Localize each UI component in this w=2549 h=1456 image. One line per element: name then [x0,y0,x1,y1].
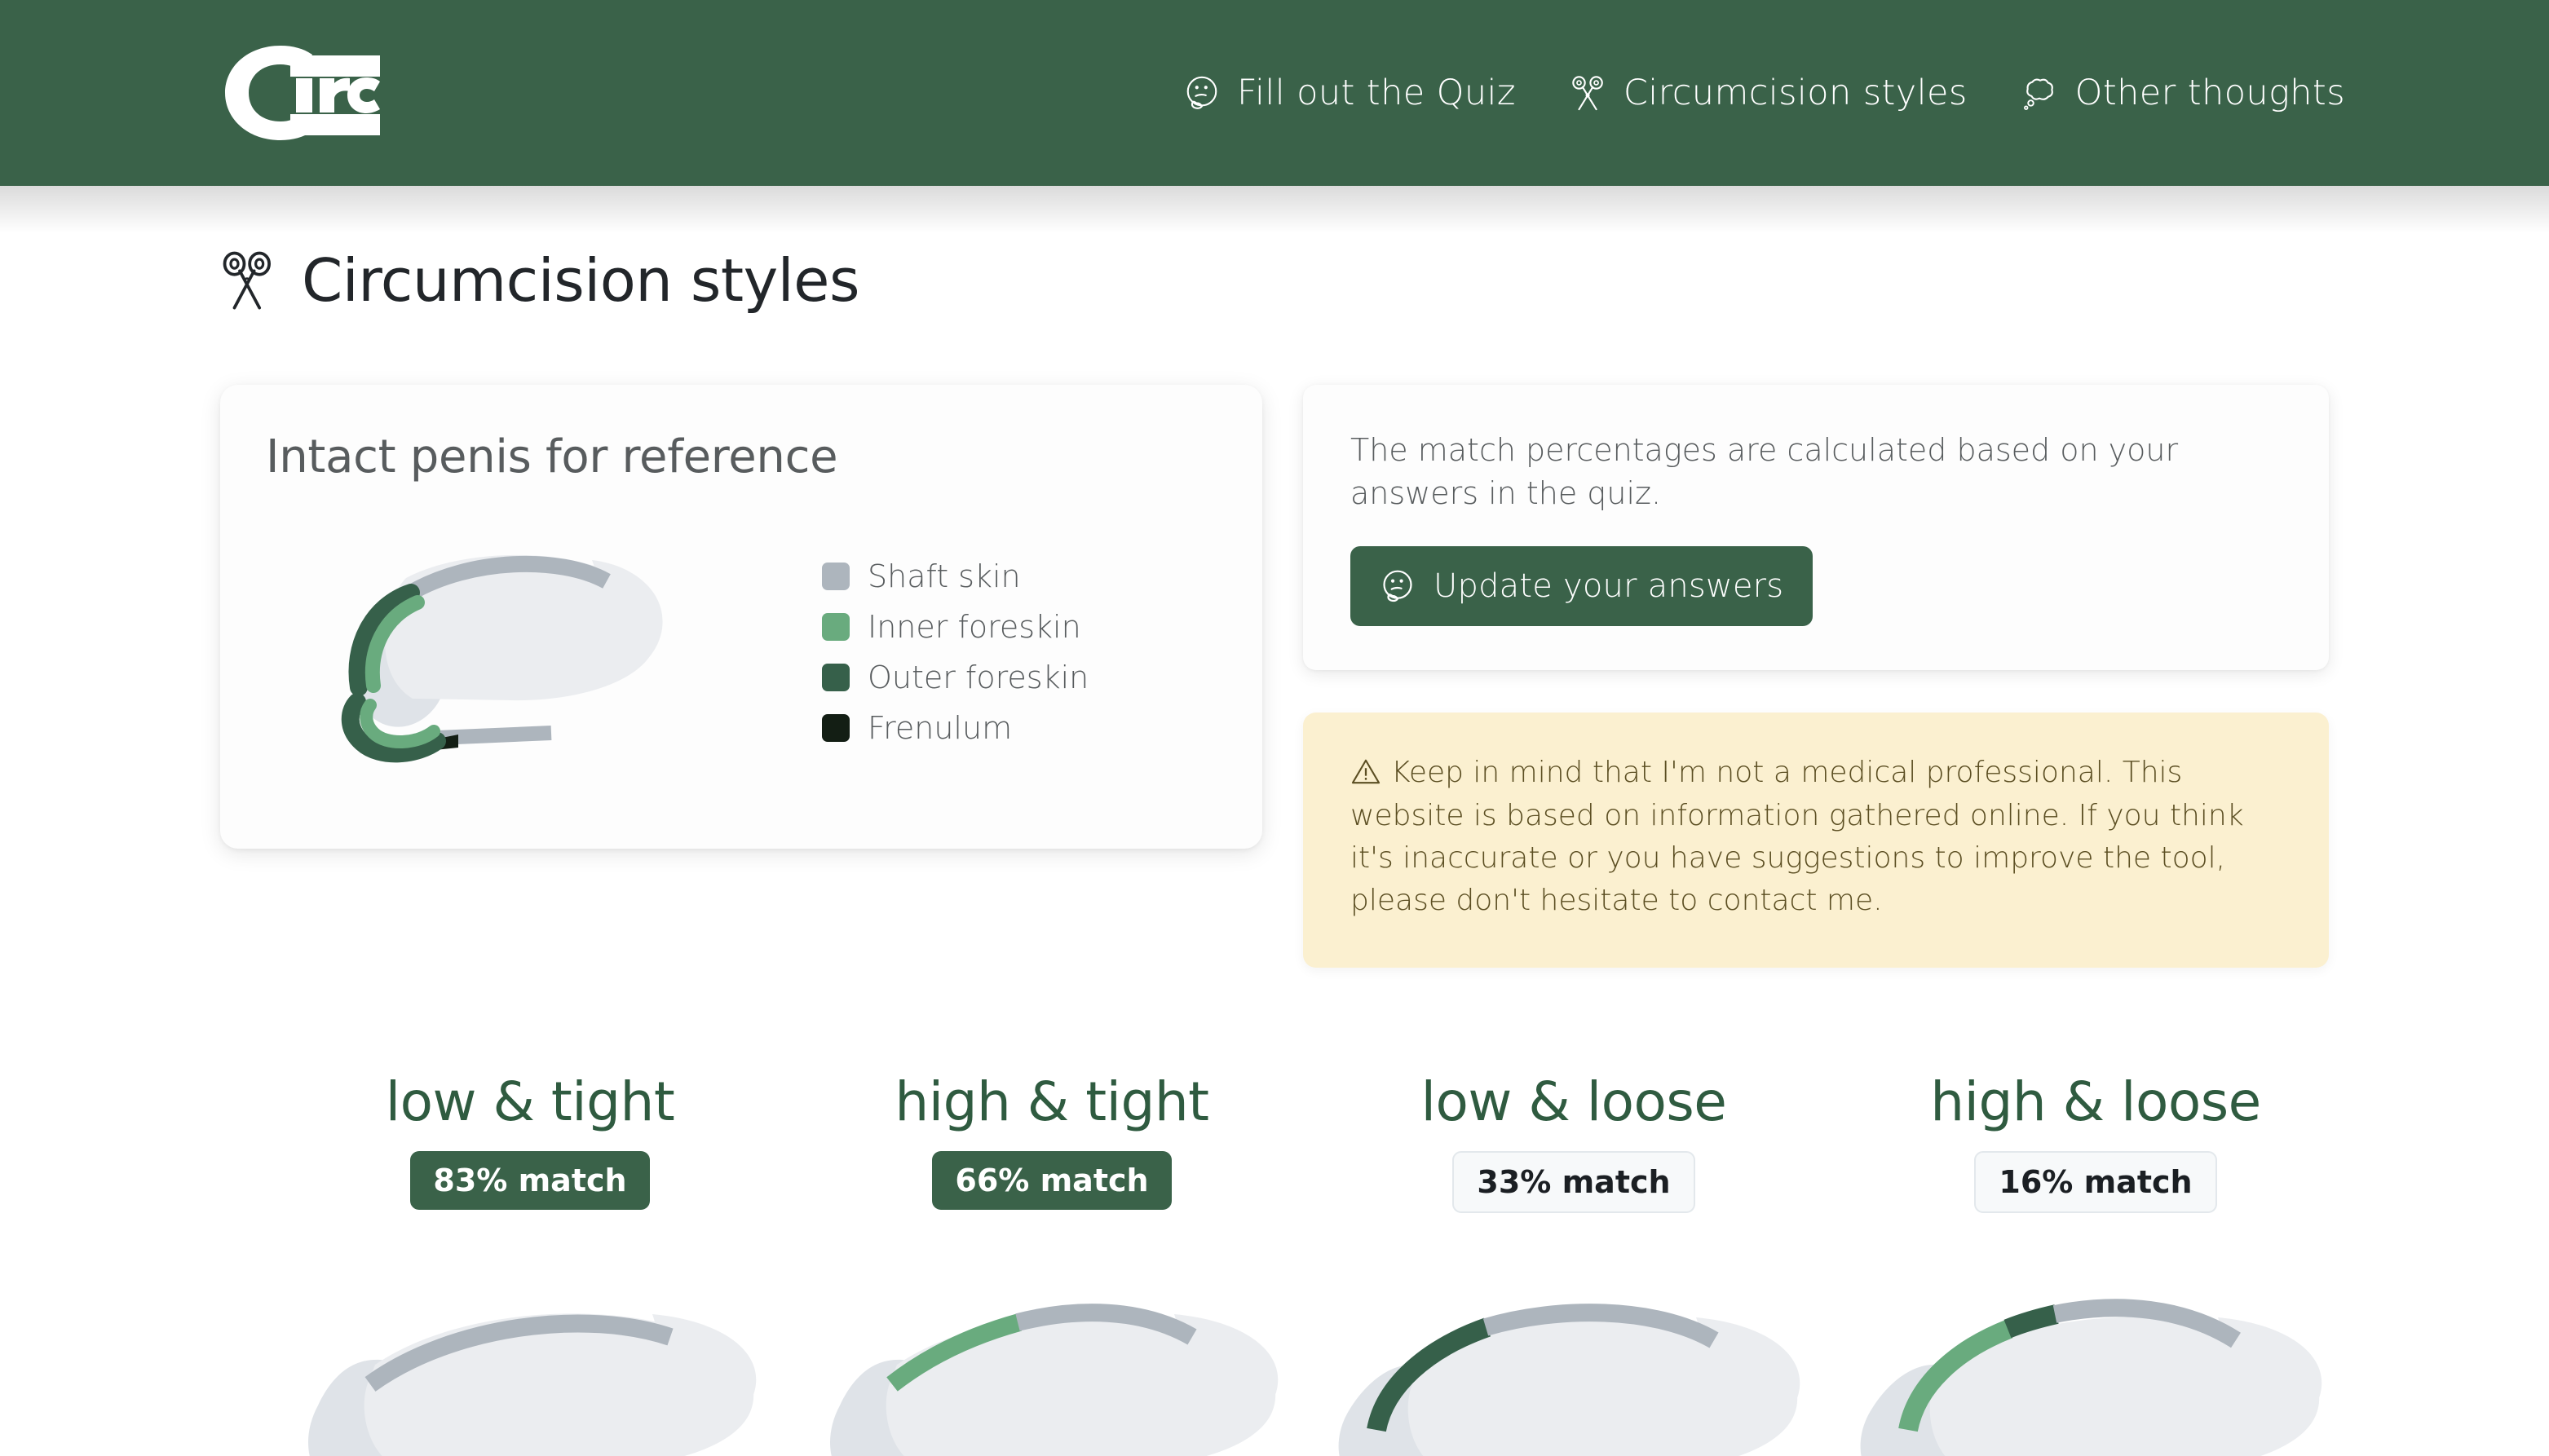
scissors-icon [220,249,277,312]
reference-card-title: Intact penis for reference [266,430,838,483]
style-diagram [269,1242,791,1456]
style-name: low & loose [1420,1070,1727,1134]
style-card-low-and-loose[interactable]: low & loose 33% match [1313,1070,1835,1456]
legend-label: Outer foreskin [868,660,1089,695]
match-info-card: The match percentages are calculated bas… [1303,385,2329,671]
legend-swatch [822,664,850,691]
thought-bubble-icon [2021,74,2059,112]
update-answers-label: Update your answers [1434,567,1784,606]
intact-penis-diagram [266,496,804,798]
main-navigation: Fill out the Quiz Circumcision styles Ot… [1183,73,2345,113]
site-header: Fill out the Quiz Circumcision styles Ot… [0,0,2549,233]
nav-item-label: Fill out the Quiz [1237,73,1516,113]
thinking-face-icon [1380,568,1416,604]
legend-item-frenulum: Frenulum [822,710,1089,746]
legend: Shaft skin Inner foreskin Outer foreskin… [822,558,1089,798]
style-name: low & tight [385,1070,675,1134]
legend-swatch [822,563,850,590]
legend-swatch [822,613,850,641]
update-answers-button[interactable]: Update your answers [1350,546,1813,627]
match-badge: 33% match [1452,1151,1695,1214]
legend-label: Inner foreskin [868,609,1081,645]
style-name: high & tight [895,1070,1209,1134]
top-section: Intact penis for reference Shaft skin In… [220,385,2329,968]
nav-item-label: Circumcision styles [1623,73,1968,113]
logo[interactable] [220,41,412,145]
match-info-text: The match percentages are calculated bas… [1350,432,2179,512]
nav-item-circumcision-styles[interactable]: Circumcision styles [1570,73,1968,113]
scissors-icon [1570,74,1607,112]
reference-card: Intact penis for reference Shaft skin In… [220,385,1262,849]
style-diagram [791,1242,1313,1456]
match-badge: 66% match [932,1151,1172,1211]
legend-item-outer-foreskin: Outer foreskin [822,660,1089,695]
match-badge: 83% match [410,1151,650,1211]
style-card-low-and-tight[interactable]: low & tight 83% match [269,1070,791,1456]
page-title: Circumcision styles [302,246,860,315]
thinking-face-icon [1183,74,1221,112]
disclaimer-card: Keep in mind that I'm not a medical prof… [1303,713,2329,968]
style-card-high-and-loose[interactable]: high & loose 16% match [1835,1070,2357,1456]
legend-label: Shaft skin [868,558,1021,594]
main-content: Circumcision styles Intact penis for ref… [0,246,2549,1456]
style-name: high & loose [1930,1070,2261,1134]
legend-swatch [822,714,850,742]
legend-label: Frenulum [868,710,1013,746]
right-column: The match percentages are calculated bas… [1303,385,2329,968]
nav-item-other-thoughts[interactable]: Other thoughts [2021,73,2345,113]
style-diagram [1835,1246,2357,1456]
disclaimer-text-wrapper: Keep in mind that I'm not a medical prof… [1350,752,2282,922]
page-title-row: Circumcision styles [220,246,2329,315]
reference-card-body: Shaft skin Inner foreskin Outer foreskin… [266,496,1217,798]
styles-row: low & tight 83% match high & tight 66% m… [220,1070,2329,1456]
legend-item-shaft-skin: Shaft skin [822,558,1089,594]
legend-item-inner-foreskin: Inner foreskin [822,609,1089,645]
nav-item-fill-out-the-quiz[interactable]: Fill out the Quiz [1183,73,1516,113]
match-badge: 16% match [1974,1151,2217,1214]
style-diagram [1313,1246,1835,1456]
nav-item-label: Other thoughts [2074,73,2345,113]
style-card-high-and-tight[interactable]: high & tight 66% match [791,1070,1313,1456]
disclaimer-text: Keep in mind that I'm not a medical prof… [1350,756,2244,917]
warning-triangle-icon [1350,757,1381,785]
